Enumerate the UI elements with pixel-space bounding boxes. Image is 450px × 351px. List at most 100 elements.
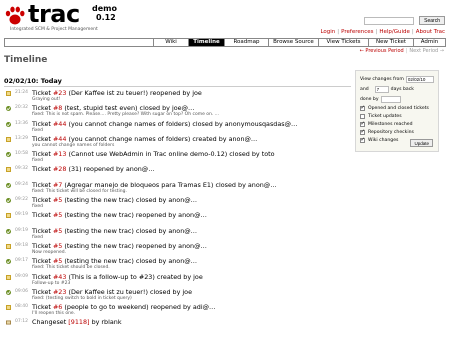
logo-version: 0.12 (96, 13, 116, 22)
event-summary: (testing the new trac) reopened by anon@… (62, 241, 207, 250)
event-ticket-link[interactable]: #13 (53, 150, 67, 158)
event-title[interactable]: Ticket #5 (testing the new trac) closed … (32, 227, 197, 235)
filter-option[interactable]: Repository checkins (360, 128, 434, 136)
event-prefix: Ticket (32, 89, 53, 97)
timeline-event: 13:29 Ticket #44 (you cannot change names… (4, 135, 354, 150)
event-title[interactable]: Ticket #43 (This is a follow-up to #23) … (32, 273, 203, 281)
days-back-input[interactable] (374, 85, 389, 93)
event-prefix: Changeset (32, 318, 69, 327)
meta-nav: Login | Preferences | Help/Guide | About Trac (320, 29, 445, 35)
tab-timeline[interactable]: Timeline (188, 39, 224, 46)
metanav-login[interactable]: Login (320, 29, 335, 35)
timeline-event: 20:32 Ticket #8 (test, stupid test even) … (4, 104, 354, 119)
event-title[interactable]: Ticket #23 (Der Kaffee ist zu teuer!) re… (32, 89, 202, 97)
filter-checkbox[interactable] (360, 121, 365, 127)
search-button[interactable]: Search (419, 16, 445, 25)
tab-browse-source[interactable]: Browse Source (268, 39, 318, 46)
event-ticket-link[interactable]: [9118] (68, 318, 89, 326)
search-input[interactable] (364, 16, 415, 25)
event-title[interactable]: Ticket #5 (testing the new trac) closed … (32, 196, 197, 204)
event-description: fixed (32, 234, 43, 240)
metanav-preferences[interactable]: Preferences (341, 29, 373, 35)
event-ticket-link[interactable]: #5 (53, 211, 62, 219)
timeline-preferences-form: View changes from and days back done by … (355, 70, 439, 152)
event-title[interactable]: Ticket #7 (Agregar manejo de bloqueos pa… (32, 181, 277, 189)
event-ticket-link[interactable]: #44 (53, 135, 67, 143)
event-title[interactable]: Ticket #44 (you cannot change names of f… (32, 120, 297, 128)
filter-checkbox[interactable] (360, 129, 365, 135)
timeline-event: 09:18 Ticket #5 (testing the new trac) re… (4, 242, 354, 257)
context-nav: ← Previous Period | Next Period → (360, 48, 444, 54)
from-date-input[interactable] (405, 75, 434, 83)
timeline-event: 09:32 Ticket #28 (31) reopened by anon@… (4, 165, 354, 180)
event-title[interactable]: Ticket #13 (Cannot use WebAdmin in Trac … (32, 150, 275, 158)
update-button[interactable]: Update (410, 139, 433, 147)
paw-logo-icon (5, 6, 25, 25)
filter-checkbox[interactable] (360, 137, 365, 143)
event-title[interactable]: Ticket #28 (31) reopened by anon@… (32, 165, 155, 173)
event-time: 10:58 (15, 151, 28, 157)
tab-admin[interactable]: Admin (413, 39, 445, 46)
previous-period-link[interactable]: ← Previous Period (360, 48, 404, 54)
filter-option[interactable]: Opened and closed tickets (360, 104, 434, 112)
event-summary: (Der Kaffee ist zu teuer!) reopened by j… (66, 89, 202, 97)
done-by-row: done by (360, 94, 434, 104)
closed-ticket-icon (6, 106, 11, 112)
from-label: View changes from (360, 76, 404, 82)
event-summary: (Cannot use WebAdmin in Trac online demo… (66, 150, 275, 159)
changeset-ticket-icon (6, 320, 11, 325)
event-prefix: Ticket (32, 211, 53, 220)
tab-new-ticket[interactable]: New Ticket (368, 39, 413, 46)
event-description: fixed: This ticket should be closed. (32, 265, 110, 271)
metanav-help-guide[interactable]: Help/Guide (379, 29, 410, 35)
timeline-event: 07:12 Changeset [9118] by rblank (4, 318, 354, 333)
event-time: 09:17 (15, 258, 28, 264)
event-description: Graying out! (32, 97, 61, 102)
day-heading: 02/02/10: Today (4, 77, 351, 87)
event-ticket-link[interactable]: #7 (53, 181, 62, 189)
metanav-about-trac[interactable]: About Trac (416, 29, 445, 35)
tab-view-tickets[interactable]: View Tickets (318, 39, 368, 46)
event-ticket-link[interactable]: #6 (53, 303, 62, 311)
event-ticket-link[interactable]: #44 (53, 120, 67, 128)
timeline-event: 09:22 Ticket #5 (testing the new trac) cl… (4, 196, 354, 211)
event-time: 09:09 (15, 273, 28, 279)
event-ticket-link[interactable]: #28 (53, 165, 67, 173)
event-title[interactable]: Ticket #23 (Der Kaffee ist zu teuer!) cl… (32, 288, 192, 296)
tab-roadmap[interactable]: Roadmap (224, 39, 268, 46)
trac-logo[interactable]: trac demo 0.12 Integrated SCM & Project … (4, 0, 144, 32)
event-title[interactable]: Ticket #6 (people to go to weekend) reop… (32, 303, 215, 311)
event-description: fixed: (testing switch to bold in ticket… (32, 295, 132, 301)
reopened-ticket-icon (6, 305, 11, 311)
event-ticket-link[interactable]: #5 (53, 196, 62, 204)
done-by-input[interactable] (380, 95, 401, 103)
event-summary: (you cannot change names of folders) cre… (66, 134, 258, 143)
event-title[interactable]: Ticket #44 (you cannot change names of f… (32, 135, 257, 143)
filter-label: Milestones reached (368, 121, 413, 127)
filter-option[interactable]: Milestones reached (360, 120, 434, 128)
event-ticket-link[interactable]: #23 (53, 288, 67, 296)
filter-checkbox[interactable] (360, 113, 365, 119)
event-title[interactable]: Changeset [9118] by rblank (32, 318, 122, 326)
event-prefix: Ticket (32, 196, 53, 205)
filter-label: Ticket updates (368, 113, 402, 119)
closed-ticket-icon (6, 259, 11, 265)
timeline-event: 09:24 Ticket #7 (Agregar manejo de bloque… (4, 181, 354, 196)
event-summary: (people to go to weekend) reopened by ad… (62, 303, 216, 312)
filter-checkbox[interactable] (360, 105, 365, 111)
event-ticket-link[interactable]: #43 (53, 273, 67, 281)
event-ticket-link[interactable]: #5 (53, 227, 62, 235)
event-description: you cannot change names of folders (32, 142, 115, 148)
event-title[interactable]: Ticket #5 (testing the new trac) reopene… (32, 211, 207, 219)
search-form: Search (364, 16, 445, 25)
timeline-event: 09:17 Ticket #5 (testing the new trac) cl… (4, 257, 354, 272)
event-summary: (Agregar manejo de bloqueos para Tramas … (62, 180, 277, 189)
filter-option[interactable]: Ticket updates (360, 112, 434, 120)
closed-ticket-icon (6, 121, 11, 127)
event-ticket-link[interactable]: #23 (53, 89, 67, 97)
event-title[interactable]: Ticket #5 (testing the new trac) reopene… (32, 242, 207, 250)
event-summary: (testing the new trac) closed by anon@… (62, 226, 198, 235)
event-ticket-link[interactable]: #5 (53, 242, 62, 250)
tab-wiki[interactable]: Wiki (153, 39, 188, 46)
timeline-event: 21:24 Ticket #23 (Der Kaffee ist zu teuer… (4, 89, 354, 104)
